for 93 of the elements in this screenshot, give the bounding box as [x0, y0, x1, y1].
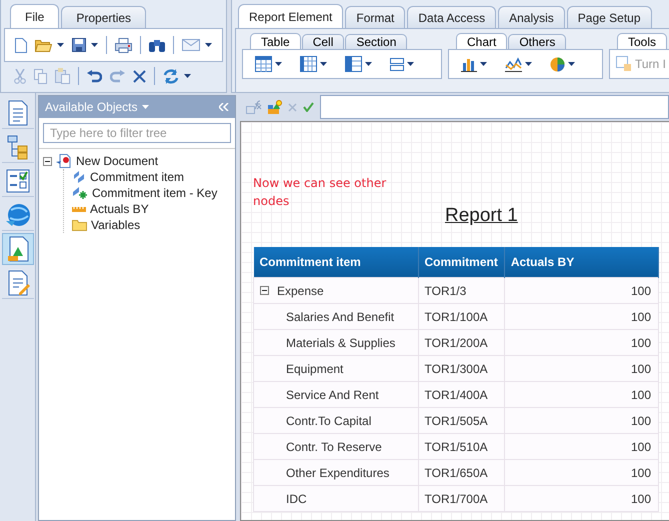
table-cell: 100	[504, 330, 658, 356]
table-cell: Expense	[277, 284, 324, 298]
table-cell: IDC	[286, 492, 307, 506]
tree-item[interactable]: Commitment item - Key	[92, 186, 218, 200]
printer-icon[interactable]	[115, 38, 132, 52]
table-cell: 100	[504, 460, 658, 486]
table-cell: TOR1/505A	[418, 408, 504, 434]
table-cell: Service And Rent	[286, 388, 379, 402]
report-title: Report 1	[445, 205, 518, 227]
crosstab-icon[interactable]	[300, 56, 317, 72]
table-cell: TOR1/100A	[418, 304, 504, 330]
dimension-icon	[72, 170, 86, 184]
dimension-key-icon	[72, 186, 88, 200]
table-cell: TOR1/700A	[418, 486, 504, 512]
tree-item[interactable]: Variables	[91, 218, 140, 232]
caret-icon[interactable]	[275, 62, 282, 66]
delete-icon[interactable]	[133, 70, 146, 82]
edit-document-icon	[8, 270, 30, 295]
table-cell: Other Expenditures	[286, 466, 390, 480]
tab[interactable]: Page Setup	[566, 6, 652, 28]
caret-icon[interactable]	[184, 74, 191, 78]
caret-icon[interactable]	[407, 62, 414, 66]
table-cell: 100	[504, 356, 658, 382]
caret-icon[interactable]	[57, 43, 64, 47]
save-icon[interactable]	[72, 38, 86, 52]
table-cell: Salaries And Benefit	[286, 310, 394, 324]
table-cell: Equipment	[286, 362, 344, 376]
report-page-icon	[8, 100, 27, 125]
column-header[interactable]: Commitment item	[254, 247, 418, 278]
sidebar-button[interactable]	[2, 233, 34, 265]
collapse-toggle[interactable]	[260, 286, 269, 295]
form-table-icon[interactable]	[345, 56, 362, 72]
tab[interactable]: File	[10, 4, 60, 28]
caret-icon[interactable]	[365, 62, 372, 66]
table-cell: 100	[504, 434, 658, 460]
note-text: Now we can see other nodes	[253, 175, 388, 210]
document-icon	[56, 154, 72, 168]
table-cell: TOR1/3	[418, 278, 504, 304]
table-cell: Contr.To Capital	[286, 414, 372, 428]
bar-chart-icon[interactable]	[461, 56, 477, 72]
tree-item[interactable]: Commitment item	[90, 170, 184, 184]
table-cell: TOR1/300A	[418, 356, 504, 382]
caret-icon[interactable]	[320, 62, 327, 66]
caret-icon[interactable]	[480, 62, 487, 66]
column-header[interactable]: Commitment	[418, 247, 504, 278]
chart-document-icon	[8, 236, 28, 262]
variable-icon[interactable]	[268, 100, 282, 114]
pie-chart-icon[interactable]	[550, 56, 565, 72]
refresh-icon[interactable]	[163, 68, 179, 84]
line-chart-icon[interactable]	[505, 56, 522, 72]
undo-icon[interactable]	[87, 70, 102, 82]
ruler-icon	[72, 205, 86, 213]
tab[interactable]: Data Access	[407, 6, 496, 28]
table-cell: Materials & Supplies	[286, 336, 396, 350]
table-cell: 100	[504, 486, 658, 512]
tab[interactable]: Section	[345, 34, 408, 49]
tab[interactable]: Chart	[456, 33, 508, 49]
tab[interactable]: Format	[345, 6, 406, 28]
table-cell: 100	[504, 382, 658, 408]
tab[interactable]: Properties	[61, 6, 146, 28]
tab[interactable]: Tools	[617, 33, 668, 49]
tab[interactable]: Cell	[302, 34, 344, 49]
filter-field[interactable]: Type here to filter tree	[43, 123, 231, 143]
column-header[interactable]: Actuals BY	[504, 247, 658, 278]
tree-item[interactable]: Actuals BY	[90, 202, 149, 216]
tab[interactable]: Report Element	[238, 4, 344, 28]
caret-icon[interactable]	[91, 43, 98, 47]
table-cell: Contr. To Reserve	[286, 440, 382, 454]
table-cell: TOR1/650A	[418, 460, 504, 486]
table-icon[interactable]	[255, 56, 272, 72]
tab[interactable]: Others	[508, 34, 566, 49]
tab[interactable]: Analysis	[498, 6, 565, 28]
new-document-icon[interactable]	[15, 38, 27, 52]
hierarchy-icon	[7, 135, 27, 159]
table-cell: TOR1/400A	[418, 382, 504, 408]
table-cell: 100	[504, 304, 658, 330]
globe-icon	[6, 204, 30, 226]
folder-icon	[72, 219, 87, 231]
caret-icon[interactable]	[205, 43, 212, 47]
table-cell: 100	[504, 278, 658, 304]
checklist-icon	[6, 169, 29, 192]
tree-item[interactable]: New Document	[76, 154, 158, 168]
section-icon[interactable]	[390, 58, 404, 70]
table-cell: TOR1/200A	[418, 330, 504, 356]
table-cell: TOR1/510A	[418, 434, 504, 460]
table-cell: 100	[504, 408, 658, 434]
caret-icon[interactable]	[525, 62, 532, 66]
binoculars-icon[interactable]	[149, 38, 165, 52]
folder-icon[interactable]	[35, 38, 52, 52]
collapse-toggle[interactable]	[43, 156, 52, 166]
tab[interactable]: Table	[250, 33, 301, 49]
caret-icon[interactable]	[568, 62, 575, 66]
formula-field[interactable]	[320, 95, 669, 119]
